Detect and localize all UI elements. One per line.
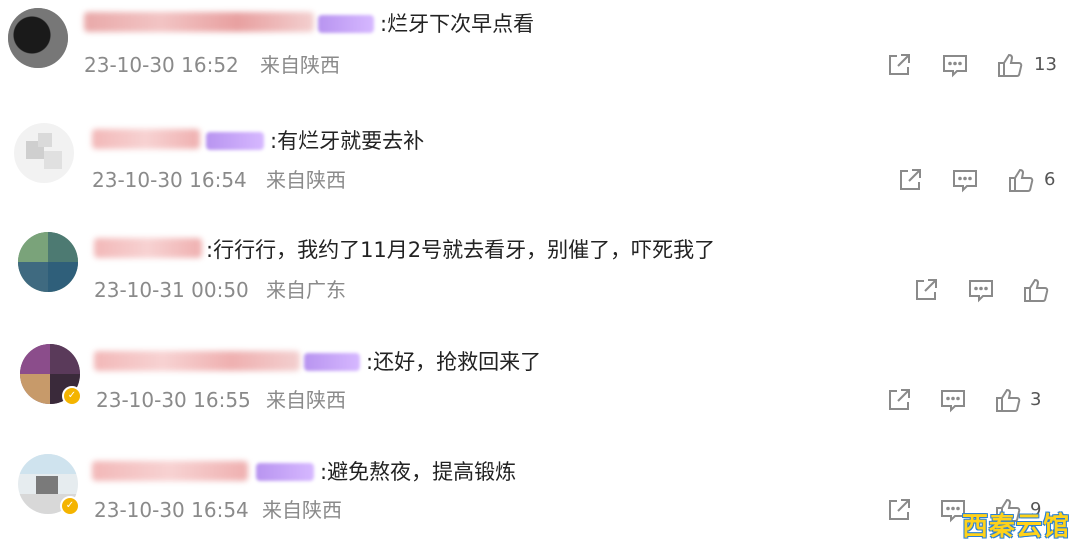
- member-badge: [256, 463, 314, 481]
- avatar[interactable]: [14, 123, 74, 183]
- comment-icon[interactable]: [951, 166, 979, 194]
- verified-icon: ✓: [60, 496, 80, 516]
- comment-item: :有烂牙就要去补 23-10-30 16:54 来自陕西 6: [0, 115, 1080, 225]
- username-blurred[interactable]: [84, 12, 314, 32]
- comment-text: :避免熬夜，提高锻炼: [320, 460, 517, 484]
- comment-item: ✓ :还好，抢救回来了 23-10-30 16:55 来自陕西 3: [0, 338, 1080, 448]
- like-count: 3: [1030, 389, 1042, 410]
- comment-location: 来自陕西: [266, 388, 346, 412]
- comment-text: :还好，抢救回来了: [366, 350, 542, 374]
- share-icon[interactable]: [896, 166, 924, 194]
- comment-timestamp: 23-10-30 16:54: [94, 498, 249, 522]
- member-badge: [206, 132, 264, 150]
- verified-icon: ✓: [62, 386, 82, 406]
- comment-timestamp: 23-10-31 00:50: [94, 278, 249, 302]
- comment-item: :烂牙下次早点看 23-10-30 16:52 来自陕西 13: [0, 0, 1080, 110]
- comment-text: :有烂牙就要去补: [270, 129, 425, 153]
- comment-location: 来自广东: [266, 278, 346, 302]
- comment-text: :行行行，我约了11月2号就去看牙，别催了，吓死我了: [206, 238, 716, 262]
- comment-timestamp: 23-10-30 16:54: [92, 168, 247, 192]
- member-badge: [304, 353, 360, 371]
- comment-timestamp: 23-10-30 16:52: [84, 53, 239, 77]
- comment-location: 来自陕西: [260, 53, 340, 77]
- comment-item: ✓ :避免熬夜，提高锻炼 23-10-30 16:54 来自陕西 9: [0, 448, 1080, 549]
- member-badge: [318, 15, 374, 33]
- comment-location: 来自陕西: [262, 498, 342, 522]
- share-icon[interactable]: [885, 496, 913, 524]
- comment-text: :烂牙下次早点看: [380, 12, 535, 36]
- thumbs-up-icon[interactable]: [996, 51, 1024, 79]
- thumbs-up-icon[interactable]: [1022, 276, 1050, 304]
- thumbs-up-icon[interactable]: [994, 386, 1022, 414]
- share-icon[interactable]: [885, 386, 913, 414]
- share-icon[interactable]: [885, 51, 913, 79]
- comment-item: :行行行，我约了11月2号就去看牙，别催了，吓死我了 23-10-31 00:5…: [0, 226, 1080, 336]
- username-blurred[interactable]: [94, 238, 202, 258]
- comment-icon[interactable]: [941, 51, 969, 79]
- comment-location: 来自陕西: [266, 168, 346, 192]
- thumbs-up-icon[interactable]: [1007, 166, 1035, 194]
- comment-icon[interactable]: [967, 276, 995, 304]
- share-icon[interactable]: [912, 276, 940, 304]
- username-blurred[interactable]: [92, 129, 200, 149]
- comment-list: :烂牙下次早点看 23-10-30 16:52 来自陕西 13 :有烂牙就要去补…: [0, 0, 1080, 549]
- comment-icon[interactable]: [939, 386, 967, 414]
- comment-timestamp: 23-10-30 16:55: [96, 388, 251, 412]
- like-count: 13: [1034, 54, 1057, 75]
- watermark-logo: 西秦云馆: [961, 512, 1070, 542]
- avatar[interactable]: [18, 232, 78, 292]
- avatar[interactable]: [8, 8, 68, 68]
- like-count: 6: [1044, 169, 1056, 190]
- username-blurred[interactable]: [92, 461, 248, 481]
- username-blurred[interactable]: [94, 351, 300, 371]
